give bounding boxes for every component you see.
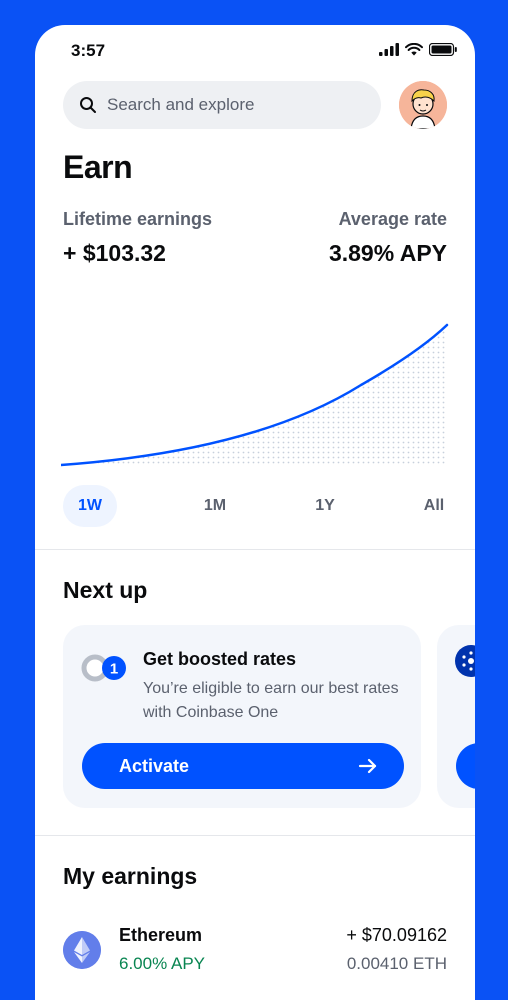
search-icon [80, 97, 96, 113]
phone-screen: 3:57 Search and explore Earn Lifetime ea… [35, 25, 475, 1000]
average-rate-label: Average rate [338, 209, 447, 229]
lifetime-earnings-label: Lifetime earnings [63, 209, 213, 229]
range-1m-button[interactable]: 1M [191, 485, 239, 527]
lifetime-earnings-value: + $103.32 [63, 240, 166, 266]
activate-button[interactable]: Activate [82, 743, 404, 789]
activate-label: Activate [119, 756, 190, 776]
range-1y-button[interactable]: 1Y [303, 485, 347, 527]
status-icons [379, 43, 457, 56]
chart-area [61, 325, 447, 465]
card-description: You’re eligible to earn our best rates w… [143, 680, 399, 721]
token-icon [455, 645, 475, 677]
wifi-icon [405, 43, 423, 56]
divider [35, 835, 475, 836]
asset-name: Ethereum [119, 925, 203, 945]
time-range-selector: 1W 1M 1Y All [63, 485, 447, 527]
asset-earned-value: + $70.09162 [346, 925, 447, 945]
earnings-chart[interactable] [61, 315, 449, 475]
range-all-button[interactable]: All [409, 485, 459, 527]
asset-amount: 0.00410 ETH [346, 954, 447, 973]
average-rate-value: 3.89% APY [328, 240, 447, 266]
boosted-rates-card[interactable]: 1 Get boosted rates You’re eligible to e… [63, 625, 421, 808]
next-card-button[interactable] [456, 743, 475, 789]
coinbase-one-icon: 1 [81, 654, 126, 682]
next-up-heading: Next up [63, 577, 148, 603]
ethereum-icon [63, 931, 101, 969]
battery-icon [429, 43, 457, 56]
page-title: Earn [63, 149, 133, 185]
earnings-list-item[interactable]: Ethereum 6.00% APY + $70.09162 0.00410 E… [63, 925, 447, 985]
svg-text:1: 1 [110, 661, 118, 678]
arrow-right-icon [358, 758, 377, 774]
search-bar[interactable]: Search and explore [63, 81, 381, 129]
avatar-illustration [399, 81, 447, 129]
status-bar: 3:57 [35, 25, 475, 75]
next-card-peek[interactable] [437, 625, 475, 808]
status-time: 3:57 [71, 41, 106, 60]
signal-icon [379, 43, 399, 56]
card-title: Get boosted rates [143, 649, 297, 669]
search-placeholder: Search and explore [107, 95, 255, 114]
avatar[interactable] [399, 81, 447, 129]
range-1w-button[interactable]: 1W [63, 485, 117, 527]
asset-apy: 6.00% APY [119, 954, 206, 973]
my-earnings-heading: My earnings [63, 863, 198, 889]
divider [35, 549, 475, 550]
